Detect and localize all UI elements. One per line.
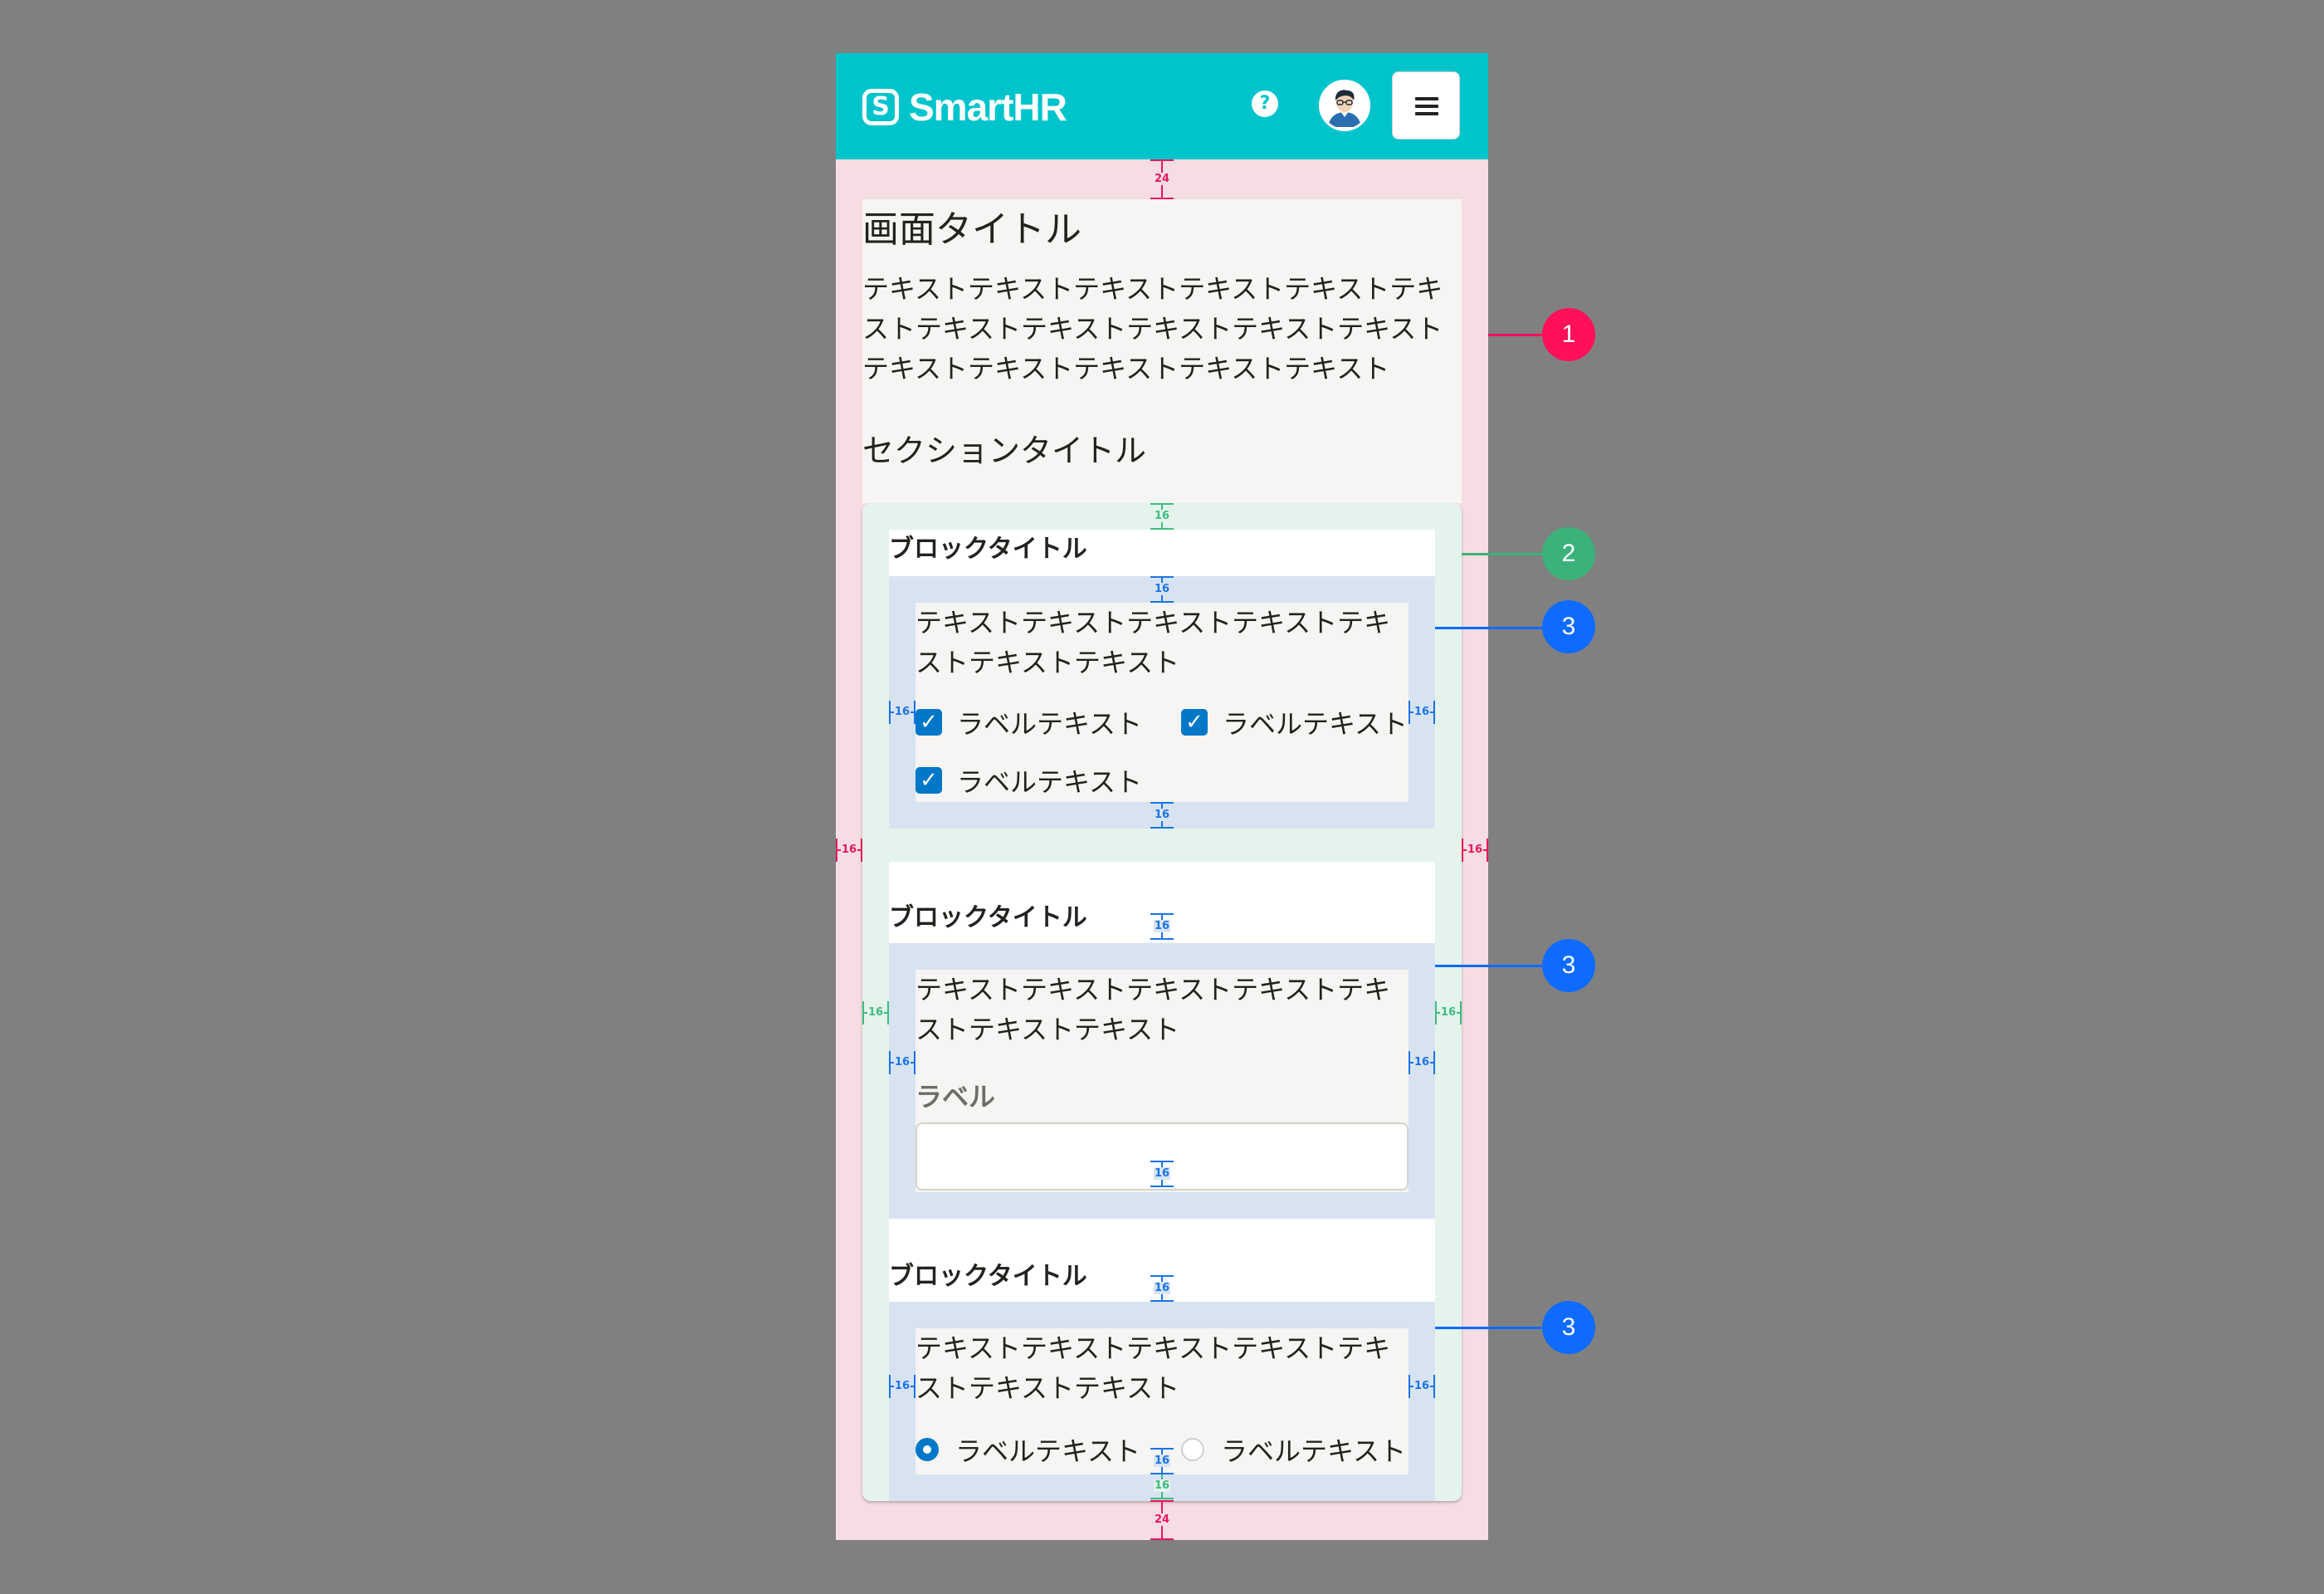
block-body: テキストテキストテキストテキストテキストテキストテキスト ✓ ラベルテキスト ✓… bbox=[889, 576, 1435, 829]
field-label: ラベル bbox=[915, 1081, 996, 1112]
checkbox-label: ラベルテキスト bbox=[957, 766, 1143, 798]
spacing-label: 16 bbox=[1153, 583, 1171, 595]
radio-unselected-icon[interactable] bbox=[1181, 1438, 1204, 1461]
spacing-label: 16 bbox=[1439, 1006, 1457, 1019]
radio-label: ラベルテキスト bbox=[1221, 1435, 1407, 1467]
logo-text: SmartHR bbox=[909, 86, 1067, 129]
checkbox-option[interactable]: ✓ ラベルテキスト bbox=[1181, 707, 1408, 740]
block-radios: ブロックタイトル テキストテキストテキストテキストテキストテキストテキスト ラベ… bbox=[889, 1219, 1435, 1501]
spacing-marker-block-left: 16 bbox=[889, 1051, 915, 1074]
callout-line-block bbox=[1435, 627, 1551, 629]
spacing-marker-block-bottom: 16 bbox=[1150, 802, 1174, 829]
spacing-label: 16 bbox=[1153, 1455, 1171, 1467]
smarthr-logo[interactable]: S SmartHR bbox=[862, 85, 1067, 130]
spacing-marker-section-right: 16 bbox=[1435, 1001, 1462, 1024]
spacing-marker-block-top: 16 bbox=[1150, 913, 1174, 940]
callout-badge-block: 3 bbox=[1542, 1301, 1595, 1354]
spacing-marker-block-top: 16 bbox=[1150, 1275, 1174, 1302]
help-icon[interactable]: ? bbox=[1252, 90, 1278, 117]
spacing-label: 16 bbox=[867, 1006, 885, 1019]
spacing-label: 16 bbox=[1153, 1282, 1171, 1294]
app-header: S SmartHR ? bbox=[836, 53, 1488, 159]
block-checkboxes: ブロックタイトル テキストテキストテキストテキストテキストテキストテキスト ✓ … bbox=[889, 530, 1435, 829]
radio-option[interactable]: ラベルテキスト bbox=[1181, 1435, 1406, 1467]
spacing-label: 16 bbox=[840, 843, 858, 856]
mobile-screen: S SmartHR ? 画面タイトル テキストテキストテキストテキストテキストテ… bbox=[836, 53, 1488, 1540]
spacing-marker-block-bottom: 16 bbox=[1150, 1448, 1174, 1474]
screen-content: 画面タイトル テキストテキストテキストテキストテキストテキストテキストテキストテ… bbox=[862, 199, 1462, 503]
spacing-marker-block-top: 16 bbox=[1150, 576, 1174, 603]
block-title: ブロックタイトル bbox=[889, 535, 1087, 564]
spacing-marker-block-right: 16 bbox=[1409, 1375, 1435, 1398]
radio-option[interactable]: ラベルテキスト bbox=[915, 1435, 1140, 1467]
spacing-marker-block-right: 16 bbox=[1409, 1051, 1435, 1074]
spacing-marker-screen-top: 24 bbox=[1150, 159, 1174, 199]
radio-selected-icon[interactable] bbox=[915, 1438, 939, 1461]
spacing-label: 16 bbox=[1413, 1056, 1431, 1068]
spacing-label: 16 bbox=[1153, 1167, 1171, 1180]
spacing-label: 16 bbox=[1153, 510, 1171, 522]
screen-area: 画面タイトル テキストテキストテキストテキストテキストテキストテキストテキストテ… bbox=[836, 159, 1488, 1540]
avatar-icon[interactable] bbox=[1319, 80, 1370, 131]
spacing-label: 24 bbox=[1153, 173, 1171, 185]
spacing-label: 16 bbox=[1413, 1380, 1431, 1392]
spacing-marker-section-top: 16 bbox=[1150, 503, 1174, 530]
block-text-input: ブロックタイトル テキストテキストテキストテキストテキストテキストテキスト ラベ… bbox=[889, 862, 1435, 1219]
block-text: テキストテキストテキストテキストテキストテキストテキスト bbox=[915, 974, 1391, 1045]
spacing-label: 16 bbox=[1153, 1479, 1171, 1492]
spacing-label: 16 bbox=[1153, 809, 1171, 821]
spacing-label: 16 bbox=[893, 706, 911, 718]
intro-text: テキストテキストテキストテキストテキストテキストテキストテキストテキストテキスト… bbox=[862, 273, 1443, 384]
block-body-content: テキストテキストテキストテキストテキストテキストテキスト ラベル bbox=[915, 970, 1409, 1192]
spacing-marker-block-bottom: 16 bbox=[1150, 1161, 1174, 1187]
checkbox-checked-icon[interactable]: ✓ bbox=[1181, 709, 1208, 736]
spacing-label: 16 bbox=[893, 1380, 911, 1392]
checkbox-option[interactable]: ✓ ラベルテキスト bbox=[915, 707, 1142, 740]
block-body-content: テキストテキストテキストテキストテキストテキストテキスト ✓ ラベルテキスト ✓… bbox=[915, 603, 1409, 802]
spacing-marker-screen-right: 16 bbox=[1462, 839, 1488, 862]
section-title: セクションタイトル bbox=[862, 433, 1147, 469]
page-title: 画面タイトル bbox=[862, 208, 1081, 251]
checkbox-checked-icon[interactable]: ✓ bbox=[915, 767, 942, 794]
checkbox-checked-icon[interactable]: ✓ bbox=[915, 709, 942, 736]
callout-line-block bbox=[1435, 965, 1551, 967]
checkbox-label: ラベルテキスト bbox=[957, 708, 1143, 740]
callout-badge-section: 2 bbox=[1542, 527, 1595, 580]
callout-line-section bbox=[1462, 553, 1553, 555]
callout-badge-block: 3 bbox=[1542, 600, 1595, 653]
block-title: ブロックタイトル bbox=[889, 1262, 1087, 1291]
hamburger-menu-button[interactable] bbox=[1392, 71, 1460, 139]
spacing-label: 24 bbox=[1153, 1513, 1171, 1526]
spacing-label: 16 bbox=[1466, 843, 1484, 856]
checkbox-label: ラベルテキスト bbox=[1223, 708, 1409, 740]
callout-badge-block: 3 bbox=[1542, 939, 1595, 992]
block-title: ブロックタイトル bbox=[889, 903, 1087, 932]
block-text: テキストテキストテキストテキストテキストテキストテキスト bbox=[915, 607, 1391, 678]
spacing-label: 16 bbox=[1153, 920, 1171, 932]
section-panel: ブロックタイトル テキストテキストテキストテキストテキストテキストテキスト ✓ … bbox=[862, 503, 1462, 1501]
hamburger-menu-icon bbox=[1415, 97, 1438, 115]
radio-label: ラベルテキスト bbox=[955, 1435, 1141, 1467]
block-text: テキストテキストテキストテキストテキストテキストテキスト bbox=[915, 1332, 1391, 1404]
callout-badge-screen: 1 bbox=[1542, 308, 1595, 361]
spacing-label: 16 bbox=[1413, 706, 1431, 718]
callout-line-block bbox=[1435, 1327, 1551, 1329]
logo-mark-icon: S bbox=[862, 89, 899, 125]
spacing-marker-block-left: 16 bbox=[889, 701, 915, 724]
checkbox-option[interactable]: ✓ ラベルテキスト bbox=[915, 765, 1142, 798]
spacing-marker-section-bottom: 16 bbox=[1150, 1473, 1174, 1499]
spacing-marker-block-right: 16 bbox=[1409, 701, 1435, 724]
spacing-marker-screen-bottom: 24 bbox=[1150, 1500, 1174, 1540]
spacing-marker-section-left: 16 bbox=[862, 1001, 889, 1024]
spacing-marker-screen-left: 16 bbox=[836, 839, 862, 862]
spacing-label: 16 bbox=[893, 1056, 911, 1068]
spacing-marker-block-left: 16 bbox=[889, 1375, 915, 1398]
